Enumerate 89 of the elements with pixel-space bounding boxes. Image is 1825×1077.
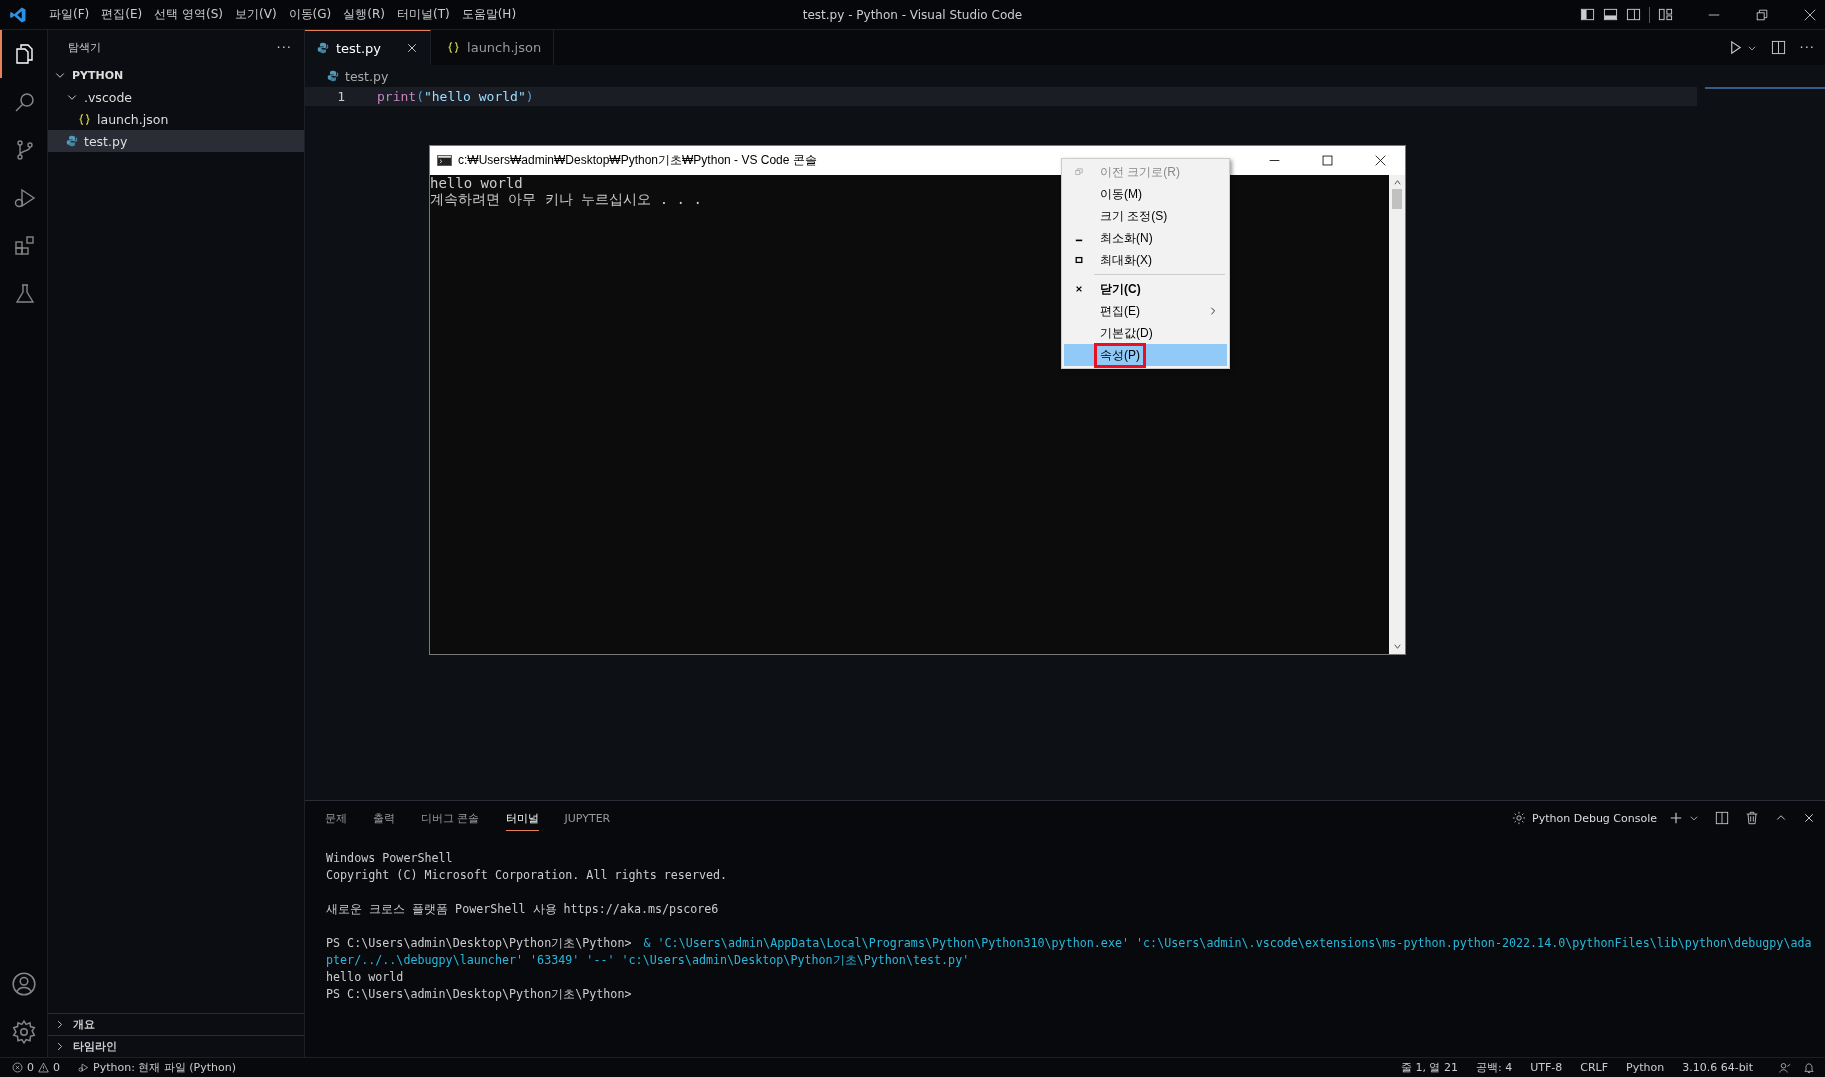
terminal-name[interactable]: Python Debug Console xyxy=(1532,811,1657,825)
trash-icon[interactable] xyxy=(1745,811,1759,825)
menu-item[interactable]: 최대화(X) xyxy=(1064,249,1227,271)
status-item[interactable]: UTF-8 xyxy=(1530,1061,1563,1074)
restore-icon[interactable] xyxy=(1755,7,1769,22)
panel-tab[interactable]: 터미널 xyxy=(505,805,539,831)
console-output: hello world xyxy=(430,175,523,191)
status-item[interactable]: Python xyxy=(1626,1061,1665,1074)
debug-gear-icon xyxy=(1512,811,1527,825)
feedback-icon[interactable] xyxy=(1779,1061,1791,1074)
error-count[interactable]: 0 xyxy=(27,1061,34,1074)
panel-tab[interactable]: 디버그 콘솔 xyxy=(421,805,480,831)
status-item[interactable]: 3.10.6 64-bit xyxy=(1682,1061,1753,1074)
app-logo-icon xyxy=(9,5,27,24)
maximize-icon xyxy=(1075,256,1083,264)
warning-count[interactable]: 0 xyxy=(53,1061,60,1074)
account-icon[interactable] xyxy=(10,971,37,997)
tree-item[interactable]: test.py xyxy=(48,130,304,152)
python-file-icon xyxy=(327,70,339,82)
window-title: test.py - Python - Visual Studio Code xyxy=(802,7,1023,22)
code-text: print("hello world") xyxy=(377,89,534,104)
more-actions-button[interactable]: ··· xyxy=(1799,40,1815,55)
error-icon[interactable] xyxy=(12,1062,23,1073)
status-item[interactable]: CRLF xyxy=(1580,1061,1609,1074)
console-icon xyxy=(437,155,452,166)
menu-item[interactable]: 최소화(N) xyxy=(1064,227,1227,249)
menu-item[interactable]: 실행(R) xyxy=(337,6,391,23)
close-icon xyxy=(1075,285,1083,293)
editor-tab[interactable]: test.py xyxy=(305,30,432,65)
panel-tab[interactable]: JUPYTER xyxy=(564,806,611,830)
debug-target[interactable]: Python: 현재 파일 (Python) xyxy=(93,1060,237,1075)
tree-item[interactable]: PYTHON xyxy=(48,64,304,86)
tree-item[interactable]: launch.json xyxy=(48,108,304,130)
split-terminal-icon[interactable] xyxy=(1715,811,1729,825)
scrollbar[interactable] xyxy=(1389,175,1405,654)
console-title: c:₩Users₩admin₩Desktop₩Python기초₩Python - VS Code 콘솔 xyxy=(458,152,817,169)
plus-icon[interactable] xyxy=(1669,811,1683,825)
close-icon[interactable] xyxy=(406,42,419,54)
split-layout-icon[interactable] xyxy=(1626,7,1641,22)
terminal-output: Copyright (C) Microsoft Corporation. All rights reserved. xyxy=(326,868,728,884)
restore-icon xyxy=(1075,168,1083,176)
bell-icon[interactable] xyxy=(1803,1061,1815,1074)
status-item[interactable]: 줄 1, 열 21 xyxy=(1401,1060,1458,1075)
panel-tab[interactable]: 출력 xyxy=(373,805,395,831)
menu-item[interactable]: 편집(E) xyxy=(1064,300,1227,322)
terminal-output: hello world xyxy=(326,970,404,986)
panel-toggle-icon[interactable] xyxy=(1603,7,1618,22)
terminal-output: Windows PowerShell xyxy=(326,851,453,867)
menu-item[interactable]: 선택 영역(S) xyxy=(148,6,229,23)
menu-item[interactable]: 크기 조정(S) xyxy=(1064,205,1227,227)
line-number: 1 xyxy=(336,89,345,104)
menu-item[interactable]: 보기(V) xyxy=(229,6,283,23)
console-output: 계속하려면 아무 키나 누르십시오 . . . xyxy=(430,191,702,207)
scroll-up-icon[interactable] xyxy=(1392,178,1402,187)
json-icon xyxy=(447,41,461,54)
terminal-command: & 'C:\Users\admin\AppData\Local\Programs\Python\Python310\python.exe' 'c:\Users\admin\.vscode\extensions\ms-python.python-2022.14.0\pythonFiles\lib\python\debugpy\ada xyxy=(643,936,1812,952)
scroll-thumb[interactable] xyxy=(1392,189,1402,209)
close-icon[interactable] xyxy=(1374,154,1387,167)
section-header[interactable]: 개요 xyxy=(48,1013,304,1035)
panel-tab[interactable]: 문제 xyxy=(325,805,347,831)
run-debug-icon[interactable] xyxy=(78,1062,89,1073)
layout-icon[interactable] xyxy=(1658,7,1673,22)
split-editor-icon[interactable] xyxy=(1770,40,1786,55)
json-icon xyxy=(78,112,91,126)
menu-item[interactable]: 이동(G) xyxy=(282,6,338,23)
terminal-prompt: PS C:\Users\admin\Desktop\Python기초\Python> xyxy=(326,987,632,1003)
menu-item[interactable]: 도움말(H) xyxy=(455,6,523,23)
chevron-down-icon[interactable] xyxy=(1689,813,1699,823)
tree-item[interactable]: .vscode xyxy=(48,86,304,108)
terminal-command: pter/../..\debugpy\launcher' '63349' '--' 'c:\Users\admin\Desktop\Python기초\Python\test.py' xyxy=(326,953,970,969)
more-actions-button[interactable]: ··· xyxy=(276,39,292,55)
status-item[interactable]: 공백: 4 xyxy=(1476,1060,1513,1075)
sidebar-toggle-icon[interactable] xyxy=(1580,7,1595,22)
settings-icon[interactable] xyxy=(10,1019,37,1045)
menu-item[interactable]: 이동(M) xyxy=(1064,183,1227,205)
python-file-icon xyxy=(66,135,78,147)
warning-icon[interactable] xyxy=(38,1062,49,1073)
terminal-prompt: PS C:\Users\admin\Desktop\Python기초\Python> xyxy=(326,936,632,952)
menu-item[interactable]: 닫기(C) xyxy=(1064,278,1227,300)
scroll-down-icon[interactable] xyxy=(1392,642,1402,651)
terminal-output: 새로운 크로스 플랫폼 PowerShell 사용 https://aka.ms/pscore6 xyxy=(326,902,719,918)
menu-item[interactable]: 속성(P) xyxy=(1064,344,1227,366)
python-file-icon xyxy=(317,42,329,54)
menu-item[interactable]: 파일(F) xyxy=(43,6,96,23)
menu-item[interactable]: 기본값(D) xyxy=(1064,322,1227,344)
sidebar-title: 탐색기 xyxy=(68,39,101,55)
menu-item[interactable]: 편집(E) xyxy=(95,6,149,23)
maximize-icon[interactable] xyxy=(1321,154,1334,167)
menu-item[interactable]: 터미널(T) xyxy=(390,6,456,23)
